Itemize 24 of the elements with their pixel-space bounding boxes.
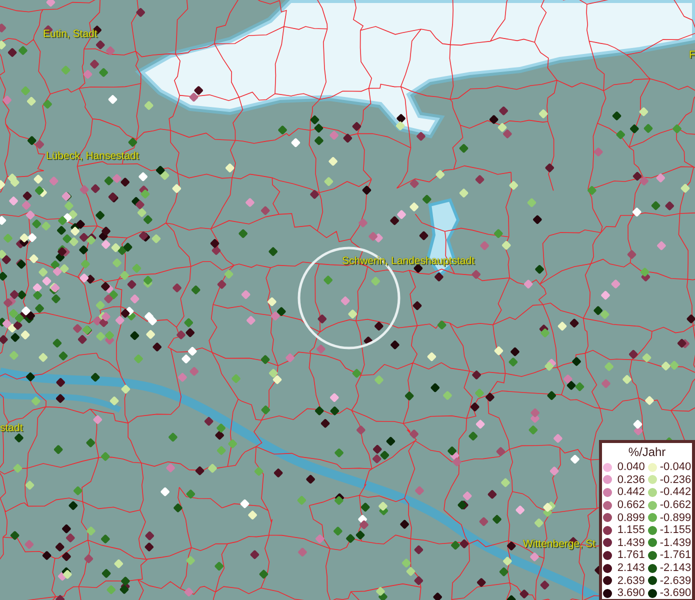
legend-title: %/Jahr — [628, 445, 666, 459]
legend-value: 2.639 — [616, 574, 645, 587]
legend-value: -0.236 — [660, 474, 692, 486]
legend-value: -2.143 — [660, 562, 692, 574]
legend-value: -0.662 — [660, 499, 692, 512]
legend-value: -1.439 — [660, 536, 692, 549]
legend-value: 1.439 — [616, 536, 645, 549]
legend-value: -0.899 — [660, 512, 692, 524]
legend-value: -3.690 — [660, 587, 692, 600]
legend-value: 1.761 — [616, 549, 645, 562]
legend-value: -1.761 — [660, 549, 692, 562]
legend-value: 1.155 — [616, 524, 645, 536]
legend-value: 2.143 — [616, 562, 645, 574]
legend-value: 3.690 — [616, 587, 645, 600]
place-label: F — [689, 49, 695, 61]
legend-value: 0.899 — [616, 512, 645, 524]
legend-value: -2.639 — [660, 574, 692, 587]
legend-value: 0.662 — [616, 499, 645, 512]
legend-value: 0.236 — [616, 474, 645, 486]
legend-value: -0.040 — [660, 461, 692, 474]
legend-value: 0.442 — [616, 486, 645, 498]
legend-value: -1.155 — [660, 524, 692, 536]
legend-value: 0.040 — [616, 461, 645, 474]
legend-value: -0.442 — [660, 486, 692, 498]
